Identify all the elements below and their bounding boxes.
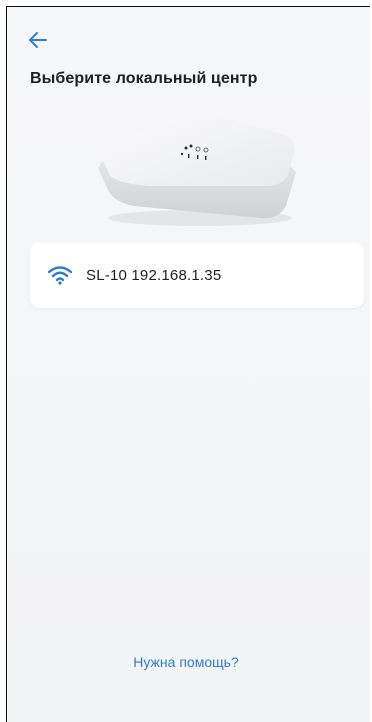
device-label: SL-10 192.168.1.35 (86, 266, 222, 284)
help-link[interactable]: Нужна помощь? (0, 654, 372, 670)
back-arrow-icon[interactable] (26, 30, 50, 50)
hub-device-image (98, 112, 296, 226)
page-title: Выберите локальный центр (30, 70, 258, 87)
wifi-icon (48, 266, 72, 285)
device-list-item[interactable]: SL-10 192.168.1.35 (30, 242, 364, 308)
